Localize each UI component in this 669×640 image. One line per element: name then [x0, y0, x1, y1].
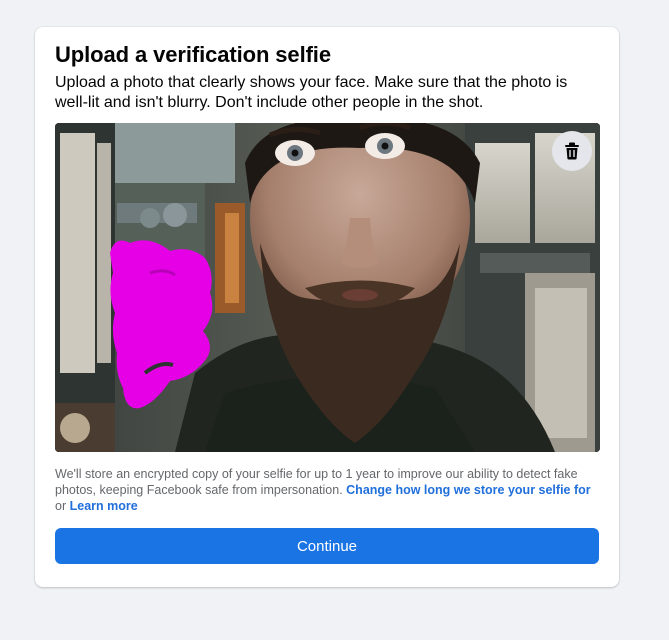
delete-photo-button[interactable]	[552, 131, 592, 171]
trash-icon	[565, 142, 579, 160]
dialog-title: Upload a verification selfie	[55, 42, 331, 67]
learn-more-link[interactable]: Learn more	[70, 499, 138, 513]
verification-dialog: Upload a verification selfie Upload a ph…	[35, 27, 619, 587]
data-retention-notice: We'll store an encrypted copy of your se…	[55, 466, 600, 514]
selfie-photo-preview	[55, 123, 600, 452]
dialog-subtitle: Upload a photo that clearly shows your f…	[55, 74, 568, 111]
continue-button[interactable]: Continue	[55, 528, 599, 564]
change-retention-link[interactable]: Change how long we store your selfie for	[346, 483, 590, 497]
selfie-photo-image	[55, 123, 600, 452]
or-text: or	[55, 499, 67, 513]
